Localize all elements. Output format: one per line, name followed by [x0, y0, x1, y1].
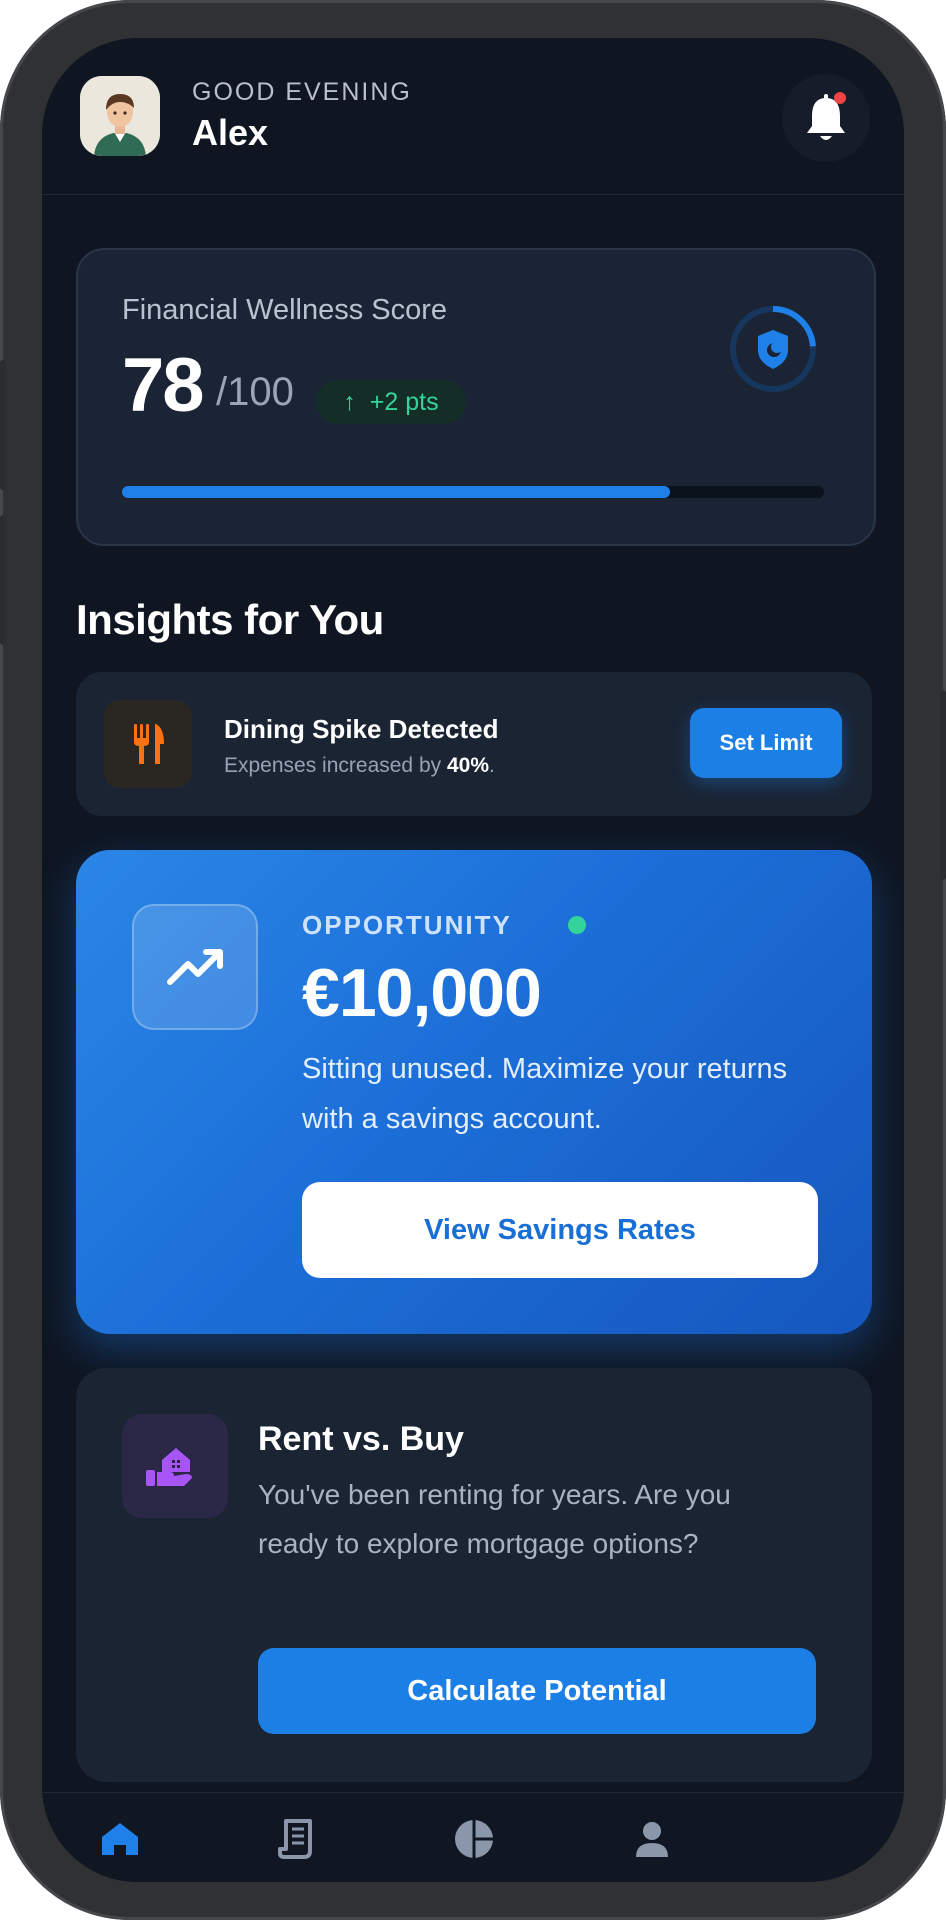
- unread-dot: [834, 92, 846, 104]
- profile-icon: [636, 1822, 668, 1857]
- insights-heading: Insights for You: [76, 596, 384, 643]
- view-savings-rates-button[interactable]: View Savings Rates: [302, 1182, 818, 1278]
- score-change-badge: ↑ +2 pts: [316, 380, 466, 424]
- opportunity-card[interactable]: OPPORTUNITY €10,000 Sitting unused. Maxi…: [76, 850, 872, 1334]
- side-button: [940, 690, 946, 880]
- dining-subtitle-text: Expenses increased by: [224, 754, 447, 777]
- user-name: Alex: [192, 112, 269, 153]
- bell-icon: [807, 94, 845, 140]
- rent-icon-tile: [122, 1414, 228, 1518]
- nav-analytics[interactable]: [446, 1811, 502, 1867]
- calculate-potential-button[interactable]: Calculate Potential: [258, 1648, 816, 1734]
- dining-title: Dining Spike Detected: [224, 714, 499, 744]
- app-screen: GOOD EVENING Alex Financial Wellness Sco…: [42, 38, 904, 1882]
- dining-insight-card[interactable]: Dining Spike Detected Expenses increased…: [76, 672, 872, 816]
- nav-home[interactable]: [92, 1811, 148, 1867]
- opportunity-icon-tile: [132, 904, 258, 1030]
- dining-subtitle-end: .: [489, 754, 495, 777]
- status-dot: [568, 916, 586, 934]
- arrow-up-icon: ↑: [343, 388, 356, 416]
- opportunity-label: OPPORTUNITY: [302, 910, 512, 940]
- wellness-score: 78: [122, 343, 205, 428]
- home-icon: [102, 1823, 138, 1855]
- set-limit-button[interactable]: Set Limit: [690, 708, 842, 778]
- bottom-navigation: [42, 1792, 904, 1882]
- rent-vs-buy-card[interactable]: Rent vs. Buy You've been renting for yea…: [76, 1368, 872, 1782]
- dining-icon-tile: [104, 700, 192, 788]
- dining-percent: 40%: [446, 754, 489, 777]
- score-change-text: +2 pts: [369, 388, 439, 416]
- avatar[interactable]: [80, 76, 160, 156]
- shield-icon: [730, 306, 816, 392]
- side-button: [0, 515, 6, 645]
- nav-transactions[interactable]: [270, 1811, 326, 1867]
- rent-title: Rent vs. Buy: [258, 1420, 464, 1458]
- house-hand-icon: [146, 1448, 192, 1486]
- receipt-icon: [278, 1819, 312, 1859]
- wellness-score-card[interactable]: Financial Wellness Score 78 /100 ↑ +2 pt…: [76, 248, 876, 546]
- rent-description: You've been renting for years. Are you r…: [258, 1479, 731, 1559]
- header: GOOD EVENING Alex: [42, 38, 904, 195]
- notifications-button[interactable]: [782, 74, 870, 162]
- utensils-icon: [134, 724, 164, 764]
- opportunity-amount: €10,000: [302, 955, 542, 1031]
- trending-up-icon: [167, 949, 223, 985]
- wellness-progress-fill: [122, 486, 670, 498]
- wellness-total: /100: [216, 370, 294, 414]
- wellness-progress-bar: [122, 486, 824, 498]
- wellness-title: Financial Wellness Score: [122, 294, 448, 326]
- greeting-text: GOOD EVENING: [192, 78, 412, 106]
- opportunity-description: Sitting unused. Maximize your returns wi…: [302, 1053, 788, 1135]
- nav-profile[interactable]: [624, 1811, 680, 1867]
- user-avatar-icon: [80, 76, 160, 156]
- dining-subtitle: Expenses increased by 40%.: [224, 754, 495, 778]
- side-button: [0, 360, 6, 490]
- pie-chart-icon: [455, 1820, 493, 1858]
